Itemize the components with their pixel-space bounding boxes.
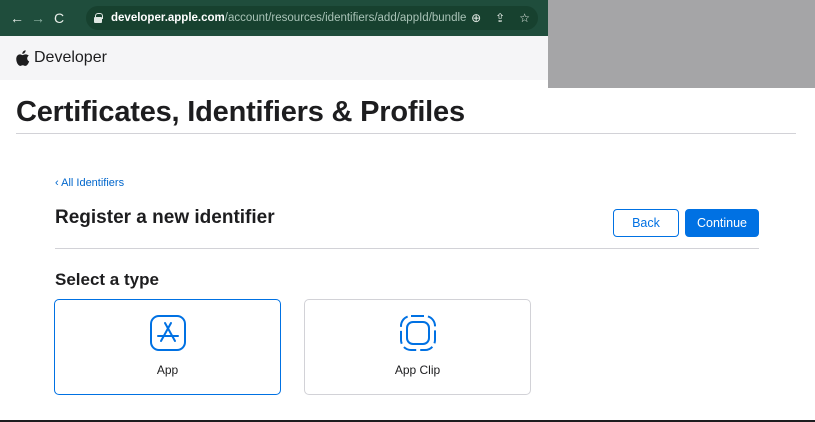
- section-divider: [55, 248, 759, 249]
- page-title: Certificates, Identifiers & Profiles: [16, 96, 465, 128]
- browser-toolbar: ← → C developer.apple.com/account/resour…: [0, 0, 548, 36]
- url-domain: developer.apple.com: [111, 12, 225, 24]
- section-title: Register a new identifier: [55, 207, 275, 228]
- url-path: /account/resources/identifiers/add/appId…: [224, 12, 467, 24]
- type-card-label: App Clip: [394, 363, 441, 377]
- reload-icon[interactable]: C: [50, 9, 68, 27]
- title-divider: [16, 133, 796, 134]
- lock-icon[interactable]: [94, 13, 103, 23]
- type-card-app[interactable]: App: [54, 299, 281, 395]
- back-arrow-icon[interactable]: ←: [8, 9, 26, 27]
- apple-logo-icon[interactable]: [16, 50, 30, 66]
- app-clip-icon: [399, 315, 436, 351]
- continue-button[interactable]: Continue: [685, 209, 759, 237]
- zoom-icon[interactable]: ⊕: [471, 11, 481, 25]
- obscured-region: [548, 0, 815, 88]
- bookmark-star-icon[interactable]: ☆: [519, 11, 530, 25]
- back-button[interactable]: Back: [613, 209, 679, 237]
- type-card-label: App: [156, 363, 179, 377]
- developer-header: Developer: [0, 36, 548, 80]
- select-type-heading: Select a type: [55, 270, 159, 289]
- forward-arrow-icon[interactable]: →: [29, 9, 47, 27]
- breadcrumb-all-identifiers[interactable]: ‹ All Identifiers: [55, 177, 124, 189]
- address-bar-actions: ⊕ ⇪ ☆: [471, 6, 530, 30]
- type-card-app-clip[interactable]: App Clip: [304, 299, 531, 395]
- address-bar[interactable]: developer.apple.com/account/resources/id…: [86, 6, 538, 30]
- share-icon[interactable]: ⇪: [495, 11, 505, 25]
- brand-title[interactable]: Developer: [34, 49, 107, 67]
- app-store-icon: [149, 315, 186, 351]
